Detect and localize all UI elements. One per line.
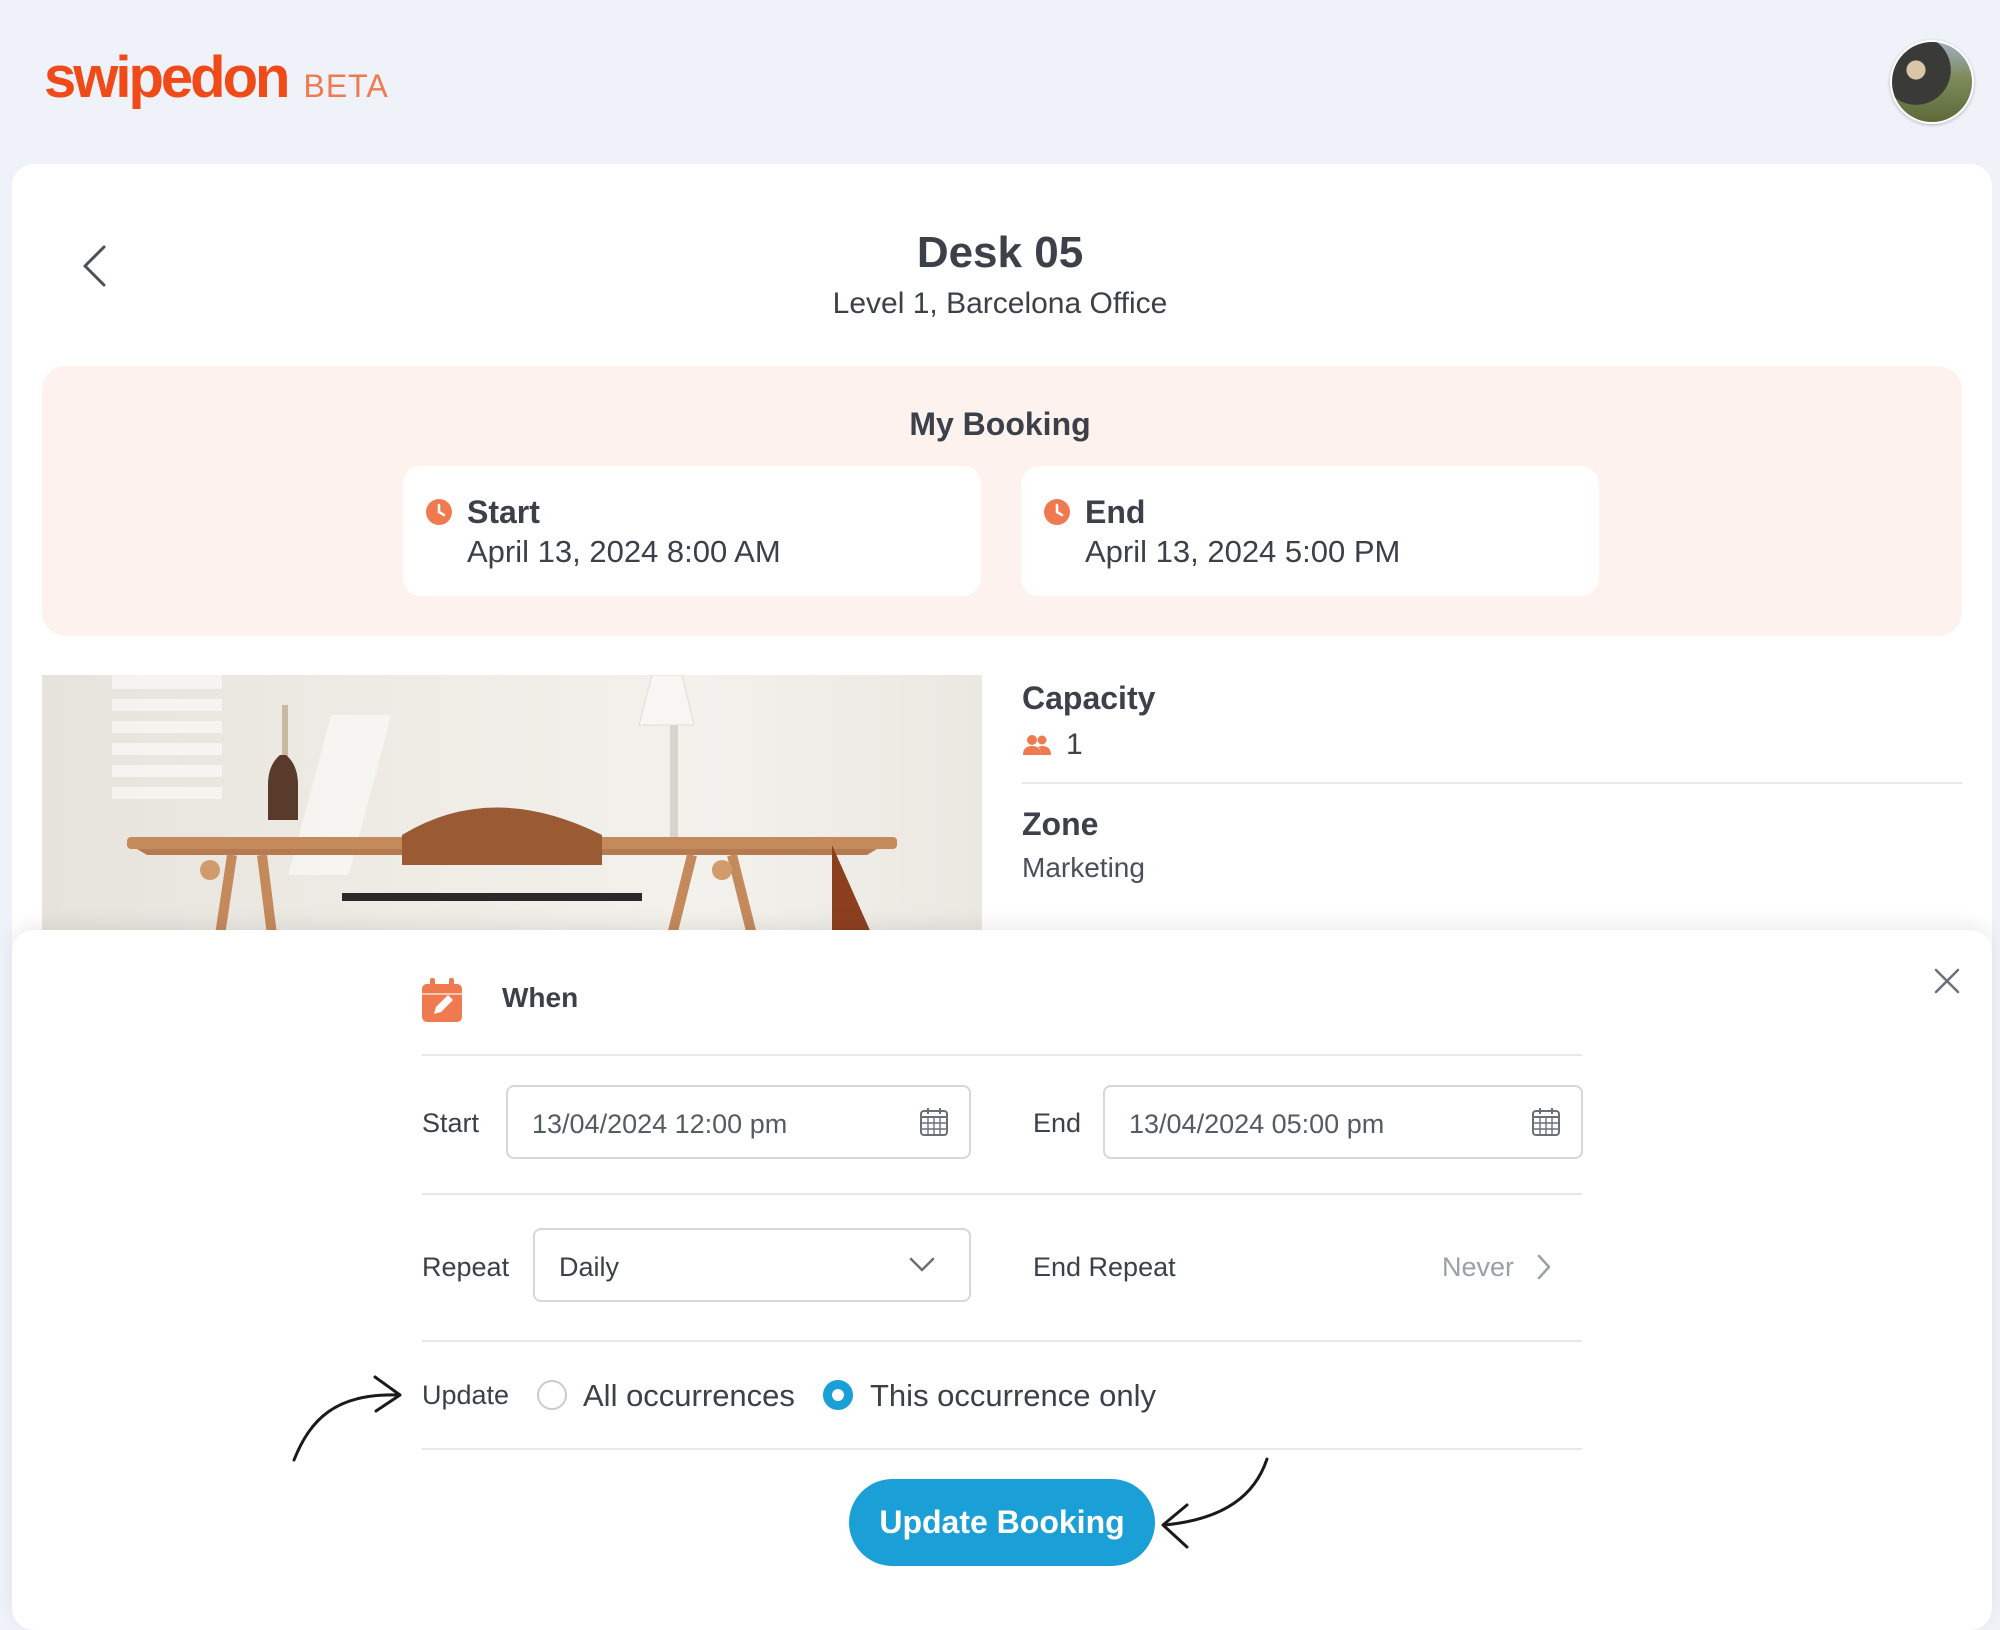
- all-occurrences-radio[interactable]: [537, 1380, 567, 1410]
- clock-icon: [426, 499, 452, 525]
- beta-badge: BETA: [303, 68, 389, 104]
- annotation-arrow-icon: [292, 1375, 402, 1462]
- start-datetime-input[interactable]: 13/04/2024 12:00 pm: [506, 1085, 971, 1159]
- start-datetime-value: 13/04/2024 12:00 pm: [532, 1109, 788, 1139]
- annotation-arrow-icon: [1161, 1457, 1269, 1549]
- start-field-label: Start: [422, 1108, 480, 1138]
- chevron-right-icon[interactable]: [1536, 1253, 1552, 1281]
- divider: [422, 1340, 1582, 1342]
- calendar-icon[interactable]: [1531, 1107, 1561, 1137]
- calendar-icon[interactable]: [919, 1107, 949, 1137]
- all-occurrences-label[interactable]: All occurrences: [583, 1378, 795, 1414]
- update-label: Update: [422, 1380, 510, 1410]
- divider: [422, 1193, 1582, 1195]
- end-repeat-label: End Repeat: [1033, 1252, 1176, 1282]
- booking-start-value: April 13, 2024 8:00 AM: [467, 534, 781, 569]
- divider: [422, 1054, 1582, 1056]
- repeat-value: Daily: [559, 1252, 620, 1282]
- repeat-select[interactable]: Daily: [533, 1228, 971, 1302]
- booking-start-card: Start April 13, 2024 8:00 AM: [403, 466, 981, 596]
- divider: [1022, 782, 1962, 784]
- divider: [422, 1448, 1582, 1450]
- my-booking-heading: My Booking: [909, 406, 1091, 442]
- booking-end-card: End April 13, 2024 5:00 PM: [1021, 466, 1599, 596]
- calendar-edit-icon: [422, 978, 462, 1022]
- chevron-down-icon: [909, 1257, 935, 1272]
- capacity-label: Capacity: [1022, 680, 1156, 716]
- end-field-label: End: [1033, 1108, 1082, 1138]
- page-subtitle: Level 1, Barcelona Office: [832, 287, 1168, 320]
- close-icon[interactable]: [1932, 966, 1962, 996]
- people-icon: [1023, 735, 1051, 755]
- booking-start-label: Start: [467, 494, 540, 530]
- capacity-value: 1: [1066, 728, 1083, 761]
- zone-value: Marketing: [1022, 852, 1145, 883]
- desk-photo: [42, 675, 982, 935]
- app-logo[interactable]: swipedon BETA: [44, 44, 389, 111]
- booking-end-value: April 13, 2024 5:00 PM: [1085, 534, 1401, 569]
- end-datetime-input[interactable]: 13/04/2024 05:00 pm: [1103, 1085, 1583, 1159]
- end-repeat-value[interactable]: Never: [1442, 1252, 1514, 1283]
- booking-end-label: End: [1085, 494, 1146, 530]
- repeat-label: Repeat: [422, 1252, 510, 1282]
- page-title: Desk 05: [916, 228, 1084, 277]
- this-occurrence-radio[interactable]: [823, 1380, 853, 1410]
- update-booking-button[interactable]: Update Booking: [849, 1479, 1155, 1566]
- user-avatar[interactable]: [1890, 40, 1974, 124]
- zone-label: Zone: [1022, 806, 1099, 842]
- brand-name: swipedon: [44, 45, 290, 110]
- when-heading: When: [502, 982, 579, 1013]
- end-datetime-value: 13/04/2024 05:00 pm: [1129, 1109, 1385, 1139]
- clock-icon: [1044, 499, 1070, 525]
- this-occurrence-label[interactable]: This occurrence only: [870, 1378, 1156, 1414]
